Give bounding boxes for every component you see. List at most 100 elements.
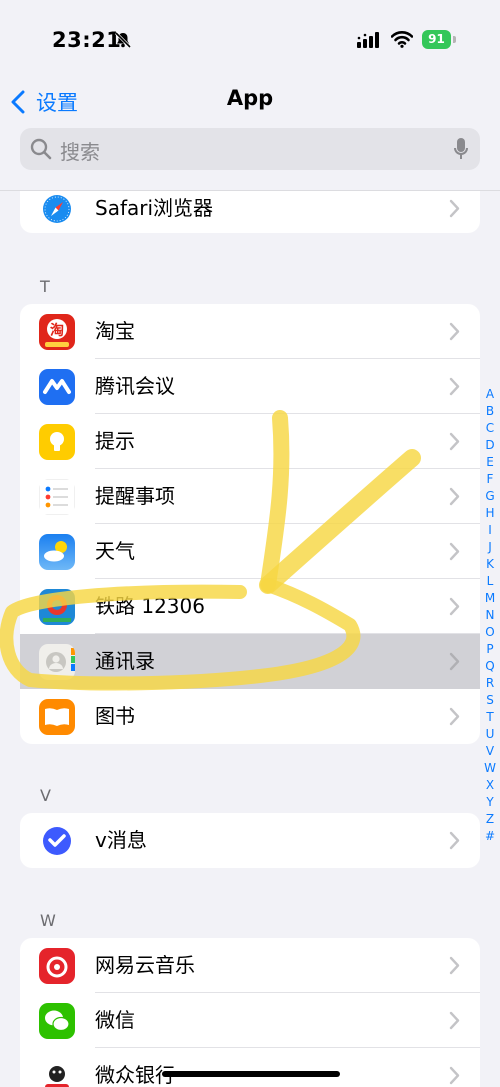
- section-header-w: W: [40, 911, 56, 930]
- index-letter[interactable]: M: [480, 590, 500, 607]
- app-row-reminders[interactable]: 提醒事项: [20, 469, 480, 524]
- app-row-contacts[interactable]: 通讯录: [20, 634, 480, 689]
- index-letter[interactable]: P: [480, 641, 500, 658]
- navigation-bar: 设置 App 搜索: [0, 80, 500, 191]
- app-group-v: v消息: [20, 813, 480, 868]
- search-placeholder: 搜索: [60, 140, 100, 164]
- wifi-icon: [391, 31, 413, 48]
- battery-tip: [453, 36, 456, 43]
- app-label: v消息: [95, 828, 147, 852]
- section-header-v: V: [40, 786, 51, 805]
- search-input[interactable]: 搜索: [20, 128, 480, 170]
- page-title: App: [226, 86, 274, 110]
- app-label: 提醒事项: [95, 484, 175, 508]
- index-letter[interactable]: A: [480, 386, 500, 403]
- app-label: 微信: [95, 1008, 135, 1032]
- svg-text:淘: 淘: [50, 322, 64, 339]
- index-letter[interactable]: U: [480, 726, 500, 743]
- app-row-vmessage[interactable]: v消息: [20, 813, 480, 868]
- index-letter[interactable]: G: [480, 488, 500, 505]
- index-letter[interactable]: Z: [480, 811, 500, 828]
- books-icon: [39, 699, 75, 735]
- section-header-t: T: [40, 277, 50, 296]
- webank-icon: [39, 1058, 75, 1087]
- chevron-right-icon: [449, 432, 460, 451]
- app-row-books[interactable]: 图书: [20, 689, 480, 744]
- index-letter[interactable]: L: [480, 573, 500, 590]
- section-index[interactable]: A B C D E F G H I J K L M N O P Q R S T U V W X Y Z #: [480, 386, 500, 845]
- app-row-webank[interactable]: 微众银行: [20, 1048, 480, 1087]
- chevron-right-icon: [449, 322, 460, 341]
- index-letter[interactable]: N: [480, 607, 500, 624]
- app-group-w: 网易云音乐 微信 微众银行: [20, 938, 480, 1087]
- chevron-right-icon: [449, 956, 460, 975]
- chevron-right-icon: [449, 1011, 460, 1030]
- index-letter[interactable]: F: [480, 471, 500, 488]
- chevron-right-icon: [449, 1066, 460, 1085]
- app-label: 腾讯会议: [95, 374, 175, 398]
- app-label: 通讯录: [95, 649, 155, 673]
- index-letter[interactable]: O: [480, 624, 500, 641]
- safari-icon: [39, 191, 75, 227]
- app-row-railway-12306[interactable]: 铁路 12306: [20, 579, 480, 634]
- status-time: 23:21: [52, 28, 122, 52]
- app-row-tips[interactable]: 提示: [20, 414, 480, 469]
- battery-level: 91: [422, 30, 451, 49]
- wechat-icon: [39, 1003, 75, 1039]
- index-letter[interactable]: R: [480, 675, 500, 692]
- chevron-right-icon: [449, 542, 460, 561]
- app-label: 淘宝: [95, 319, 135, 343]
- index-letter[interactable]: B: [480, 403, 500, 420]
- index-letter[interactable]: J: [480, 539, 500, 556]
- app-label: 提示: [95, 429, 135, 453]
- app-row-wechat[interactable]: 微信: [20, 993, 480, 1048]
- chevron-right-icon: [449, 831, 460, 850]
- status-bar: 23:21 91: [0, 0, 500, 80]
- index-letter[interactable]: T: [480, 709, 500, 726]
- app-label: 网易云音乐: [95, 953, 195, 977]
- app-row-weather[interactable]: 天气: [20, 524, 480, 579]
- index-letter[interactable]: X: [480, 777, 500, 794]
- index-letter[interactable]: E: [480, 454, 500, 471]
- tencent-meeting-icon: [39, 369, 75, 405]
- index-letter[interactable]: Q: [480, 658, 500, 675]
- app-row-taobao[interactable]: 淘 淘宝: [20, 304, 480, 359]
- chevron-right-icon: [449, 597, 460, 616]
- cellular-signal-icon: [357, 32, 379, 48]
- index-letter[interactable]: W: [480, 760, 500, 777]
- app-row-tencent-meeting[interactable]: 腾讯会议: [20, 359, 480, 414]
- app-label: 天气: [95, 539, 135, 563]
- chevron-right-icon: [449, 199, 460, 218]
- vmessage-icon: [39, 823, 75, 859]
- home-indicator: [162, 1071, 340, 1077]
- index-letter[interactable]: S: [480, 692, 500, 709]
- silent-bell-icon: [114, 31, 132, 49]
- reminders-icon: [39, 479, 75, 515]
- contacts-icon: [39, 644, 75, 680]
- weather-icon: [39, 534, 75, 570]
- app-label: 铁路 12306: [95, 594, 205, 618]
- index-letter[interactable]: #: [480, 828, 500, 845]
- chevron-right-icon: [449, 652, 460, 671]
- taobao-icon: 淘: [39, 314, 75, 350]
- search-icon: [30, 138, 52, 160]
- microphone-icon[interactable]: [454, 137, 468, 161]
- battery-icon: 91: [422, 30, 456, 49]
- index-letter[interactable]: H: [480, 505, 500, 522]
- chevron-right-icon: [449, 707, 460, 726]
- index-letter[interactable]: K: [480, 556, 500, 573]
- app-row-netease-music[interactable]: 网易云音乐: [20, 938, 480, 993]
- index-letter[interactable]: V: [480, 743, 500, 760]
- app-label: 图书: [95, 704, 135, 728]
- netease-music-icon: [39, 948, 75, 984]
- index-letter[interactable]: C: [480, 420, 500, 437]
- railway-12306-icon: [39, 589, 75, 625]
- app-group-t: 淘 淘宝 腾讯会议 提示 提醒事项 天气 铁路 12306 通讯录 图书: [20, 304, 480, 744]
- index-letter[interactable]: Y: [480, 794, 500, 811]
- chevron-right-icon: [449, 377, 460, 396]
- tips-lightbulb-icon: [39, 424, 75, 460]
- app-label: 微众银行: [95, 1063, 175, 1087]
- index-letter[interactable]: D: [480, 437, 500, 454]
- index-letter[interactable]: I: [480, 522, 500, 539]
- chevron-right-icon: [449, 487, 460, 506]
